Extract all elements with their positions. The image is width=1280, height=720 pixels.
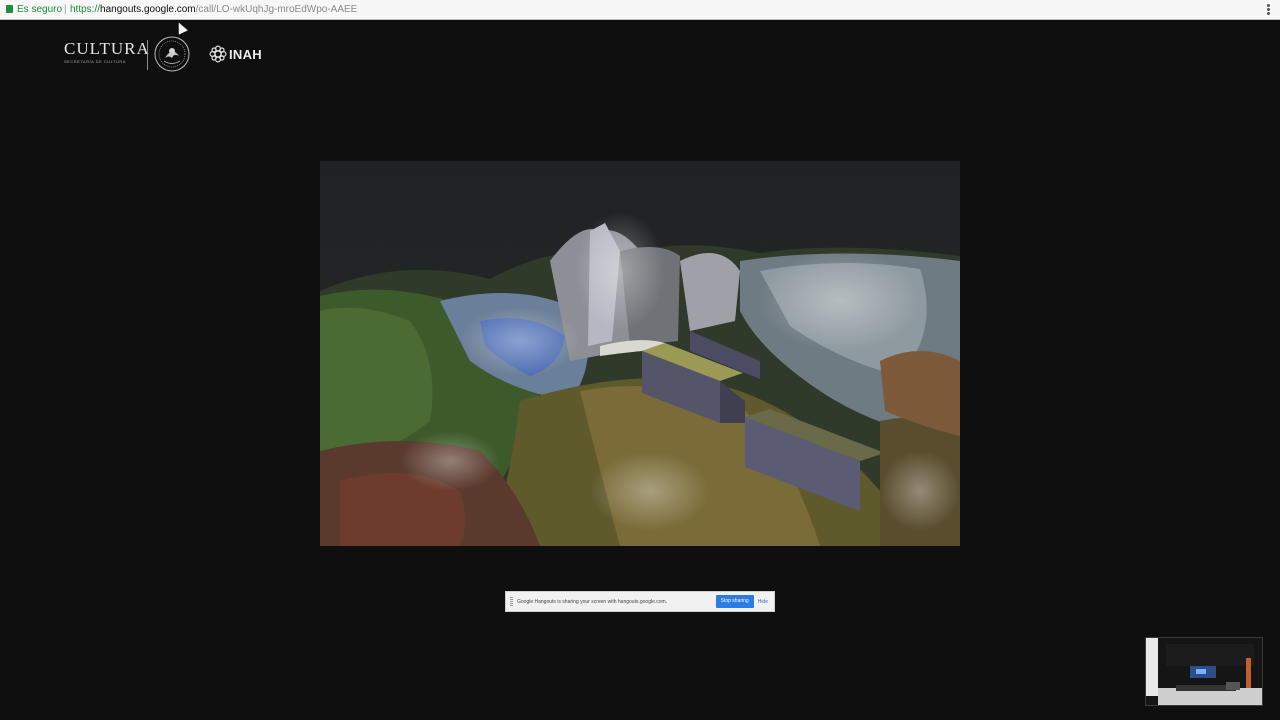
self-view-video[interactable] xyxy=(1145,637,1263,706)
inah-mark-icon xyxy=(209,45,227,63)
url-text[interactable]: https://hangouts.google.com/call/LO-wkUq… xyxy=(70,0,357,19)
point-cloud-image xyxy=(320,161,960,546)
lock-icon xyxy=(6,5,13,13)
mexico-seal-icon xyxy=(154,36,190,72)
address-bar[interactable]: Es seguro | https://hangouts.google.com/… xyxy=(0,0,1280,20)
cultura-wordmark: CULTURA xyxy=(64,39,150,58)
url-separator: | xyxy=(64,4,67,15)
url-path: /call/LO-wkUqhJg-mroEdWpo-AAEE xyxy=(195,4,358,15)
point-cloud-scene xyxy=(320,161,960,546)
stop-sharing-button[interactable]: Stop sharing xyxy=(715,595,754,608)
security-label: Es seguro xyxy=(17,4,63,15)
screen-share-notification: Google Hangouts is sharing your screen w… xyxy=(505,591,775,612)
mouse-cursor-icon xyxy=(174,20,188,35)
logo-divider xyxy=(147,40,148,70)
share-message: Google Hangouts is sharing your screen w… xyxy=(517,598,668,605)
url-host: hangouts.google.com xyxy=(100,4,196,15)
drag-handle-icon[interactable] xyxy=(510,597,513,606)
cultura-subtitle: SECRETARÍA DE CULTURA xyxy=(64,59,126,64)
inah-wordmark: INAH xyxy=(229,46,262,62)
three-dot-menu-icon[interactable] xyxy=(1267,4,1270,15)
self-view-image xyxy=(1146,638,1262,705)
url-scheme: https:// xyxy=(70,4,101,15)
hide-button[interactable]: Hide xyxy=(758,599,768,605)
inah-logo: INAH xyxy=(209,45,262,63)
cultura-logo: CULTURA SECRETARÍA DE CULTURA xyxy=(64,39,150,65)
